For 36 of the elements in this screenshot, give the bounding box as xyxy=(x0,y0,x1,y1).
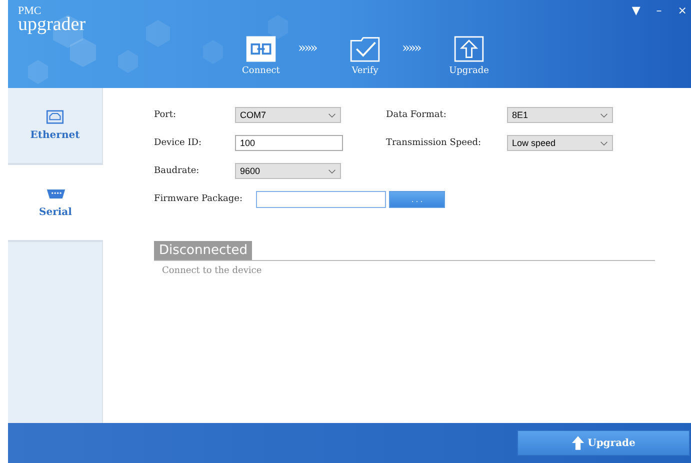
upgrade-button[interactable]: Upgrade xyxy=(517,430,690,456)
app-title: upgrader xyxy=(18,15,86,34)
field-label: Port: xyxy=(154,110,178,120)
window-control[interactable]: – xyxy=(652,2,666,19)
sidebar-item[interactable]: Serial xyxy=(8,165,103,242)
network-port-icon xyxy=(45,110,65,124)
field-label: Data Format: xyxy=(386,110,448,120)
plug-icon xyxy=(246,36,276,62)
logo-text: PMC xyxy=(18,6,42,17)
input-field[interactable]: 100 xyxy=(235,135,343,151)
status-message: Connect to the device xyxy=(162,266,262,276)
chevrons-icon: »»» xyxy=(298,41,328,56)
window-control[interactable]: × xyxy=(674,2,691,19)
chevrons-icon: »»» xyxy=(402,41,432,56)
dropdown[interactable]: 9600 xyxy=(235,163,341,179)
field-label: Baudrate: xyxy=(154,166,200,176)
status-title: Disconnected xyxy=(154,241,252,260)
chevron-down-icon xyxy=(328,112,336,118)
step-tab[interactable]: Verify xyxy=(340,36,390,76)
dropdown[interactable]: COM7 xyxy=(235,107,341,123)
chevron-down-icon xyxy=(600,140,608,146)
field-label: Firmware Package: xyxy=(154,194,244,204)
serial-port-icon xyxy=(46,187,66,201)
field-label: Transmission Speed: xyxy=(386,138,482,148)
chevron-down-icon xyxy=(328,168,336,174)
up-arrow-icon xyxy=(572,436,584,450)
dropdown[interactable]: Low speed xyxy=(507,135,613,151)
input-field[interactable] xyxy=(256,190,386,208)
step-tab[interactable]: Connect xyxy=(236,36,286,76)
window-control[interactable]: ▼ xyxy=(628,2,644,19)
browse-button[interactable]: . . . xyxy=(389,190,445,208)
step-tab[interactable]: Upgrade xyxy=(444,36,494,76)
field-label: Device ID: xyxy=(154,138,203,148)
dropdown[interactable]: 8E1 xyxy=(507,107,613,123)
chevron-down-icon xyxy=(600,112,608,118)
checkmark-icon xyxy=(350,36,380,62)
